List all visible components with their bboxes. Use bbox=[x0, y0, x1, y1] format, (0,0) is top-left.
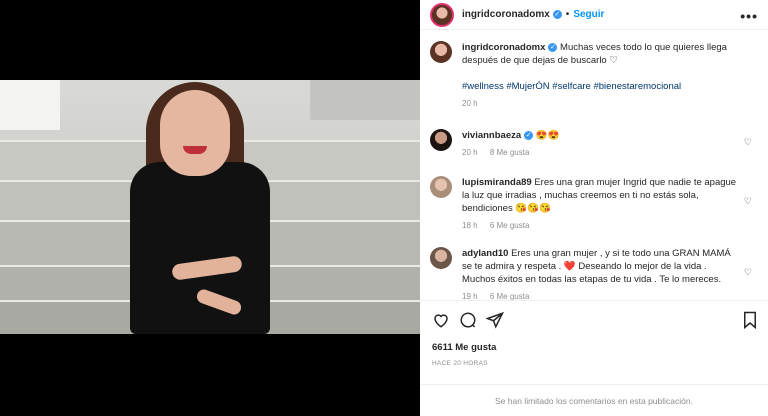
comment-item: lupismiranda89 Eres una gran mujer Ingri… bbox=[430, 176, 760, 232]
caption: ingridcoronadomx ✓ Muchas veces todo lo q… bbox=[430, 41, 760, 110]
bookmark-icon[interactable] bbox=[742, 311, 758, 334]
post-side-panel: ingridcoronadomx ✓ • Seguir ••• ingridco… bbox=[420, 0, 768, 416]
verified-badge-icon: ✓ bbox=[552, 10, 562, 19]
comment-body: lupismiranda89 Eres una gran mujer Ingri… bbox=[462, 176, 742, 232]
more-options-icon[interactable]: ••• bbox=[740, 8, 758, 24]
caption-username[interactable]: ingridcoronadomx bbox=[462, 42, 545, 53]
avatar[interactable] bbox=[430, 129, 452, 151]
caption-time[interactable]: 20 h bbox=[462, 99, 478, 108]
photo-wall bbox=[0, 80, 60, 130]
comment-like-heart-icon[interactable]: ♡ bbox=[744, 196, 752, 207]
separator-dot: • bbox=[565, 9, 570, 20]
comment-username[interactable]: viviannbaeza bbox=[462, 130, 521, 141]
comment-time[interactable]: 18 h bbox=[462, 221, 478, 230]
comment-item: adyland10 Eres una gran mujer , y si te … bbox=[430, 247, 760, 300]
comment-like-heart-icon[interactable]: ♡ bbox=[744, 267, 752, 278]
heart-icon[interactable] bbox=[432, 311, 450, 334]
avatar[interactable] bbox=[430, 2, 454, 27]
comment-likes[interactable]: 8 Me gusta bbox=[490, 148, 530, 157]
person-body bbox=[130, 162, 270, 334]
caption-body: ingridcoronadomx ✓ Muchas veces todo lo q… bbox=[462, 41, 742, 110]
comment-meta: 19 h 6 Me gusta bbox=[462, 290, 742, 300]
posted-time[interactable]: HACE 20 HORAS bbox=[432, 360, 488, 367]
verified-badge-icon: ✓ bbox=[524, 130, 534, 140]
comment-body: adyland10 Eres una gran mujer , y si te … bbox=[462, 247, 742, 300]
caption-hashtags[interactable]: #wellness #MujerÓN #selfcare #bienestare… bbox=[462, 81, 681, 92]
caption-text-line1: Muchas veces todo lo que quieres llega bbox=[560, 42, 727, 53]
comment-username[interactable]: lupismiranda89 bbox=[462, 177, 532, 188]
post-modal: ingridcoronadomx ✓ • Seguir ••• ingridco… bbox=[0, 0, 768, 416]
avatar[interactable] bbox=[430, 247, 452, 269]
photo-wall bbox=[310, 80, 420, 120]
author-username[interactable]: ingridcoronadomx bbox=[462, 9, 550, 20]
comment-text: 😍😍 bbox=[535, 130, 560, 141]
comment-meta: 20 h 8 Me gusta bbox=[462, 146, 742, 159]
person-face bbox=[160, 90, 230, 176]
comment-time[interactable]: 20 h bbox=[462, 148, 478, 157]
caption-meta: 20 h bbox=[462, 97, 742, 110]
comment-body: viviannbaeza ✓ 😍😍 20 h 8 Me gusta bbox=[462, 129, 742, 159]
comment-icon[interactable] bbox=[459, 311, 477, 334]
comment-likes[interactable]: 6 Me gusta bbox=[490, 221, 530, 230]
comment-username[interactable]: adyland10 bbox=[462, 248, 508, 259]
post-header: ingridcoronadomx ✓ • Seguir ••• bbox=[420, 0, 768, 30]
share-icon[interactable] bbox=[485, 311, 504, 334]
comment-item: viviannbaeza ✓ 😍😍 20 h 8 Me gusta ♡ bbox=[430, 129, 760, 159]
verified-badge-icon: ✓ bbox=[548, 42, 558, 52]
comments-limited-notice: Se han limitado los comentarios en esta … bbox=[420, 384, 768, 416]
avatar[interactable] bbox=[430, 41, 452, 63]
comments-list[interactable]: ingridcoronadomx ✓ Muchas veces todo lo q… bbox=[420, 31, 768, 300]
comment-time[interactable]: 19 h bbox=[462, 292, 478, 300]
likes-count[interactable]: 6611 Me gusta bbox=[432, 342, 496, 353]
comment-likes[interactable]: 6 Me gusta bbox=[490, 292, 530, 300]
comment-like-heart-icon[interactable]: ♡ bbox=[744, 137, 752, 148]
post-photo[interactable] bbox=[0, 80, 420, 334]
comment-meta: 18 h 6 Me gusta bbox=[462, 219, 742, 232]
post-media bbox=[0, 0, 420, 416]
caption-text-line2: después de que dejas de buscarlo ♡ bbox=[462, 55, 618, 66]
avatar[interactable] bbox=[430, 176, 452, 198]
follow-button[interactable]: Seguir bbox=[573, 9, 604, 20]
